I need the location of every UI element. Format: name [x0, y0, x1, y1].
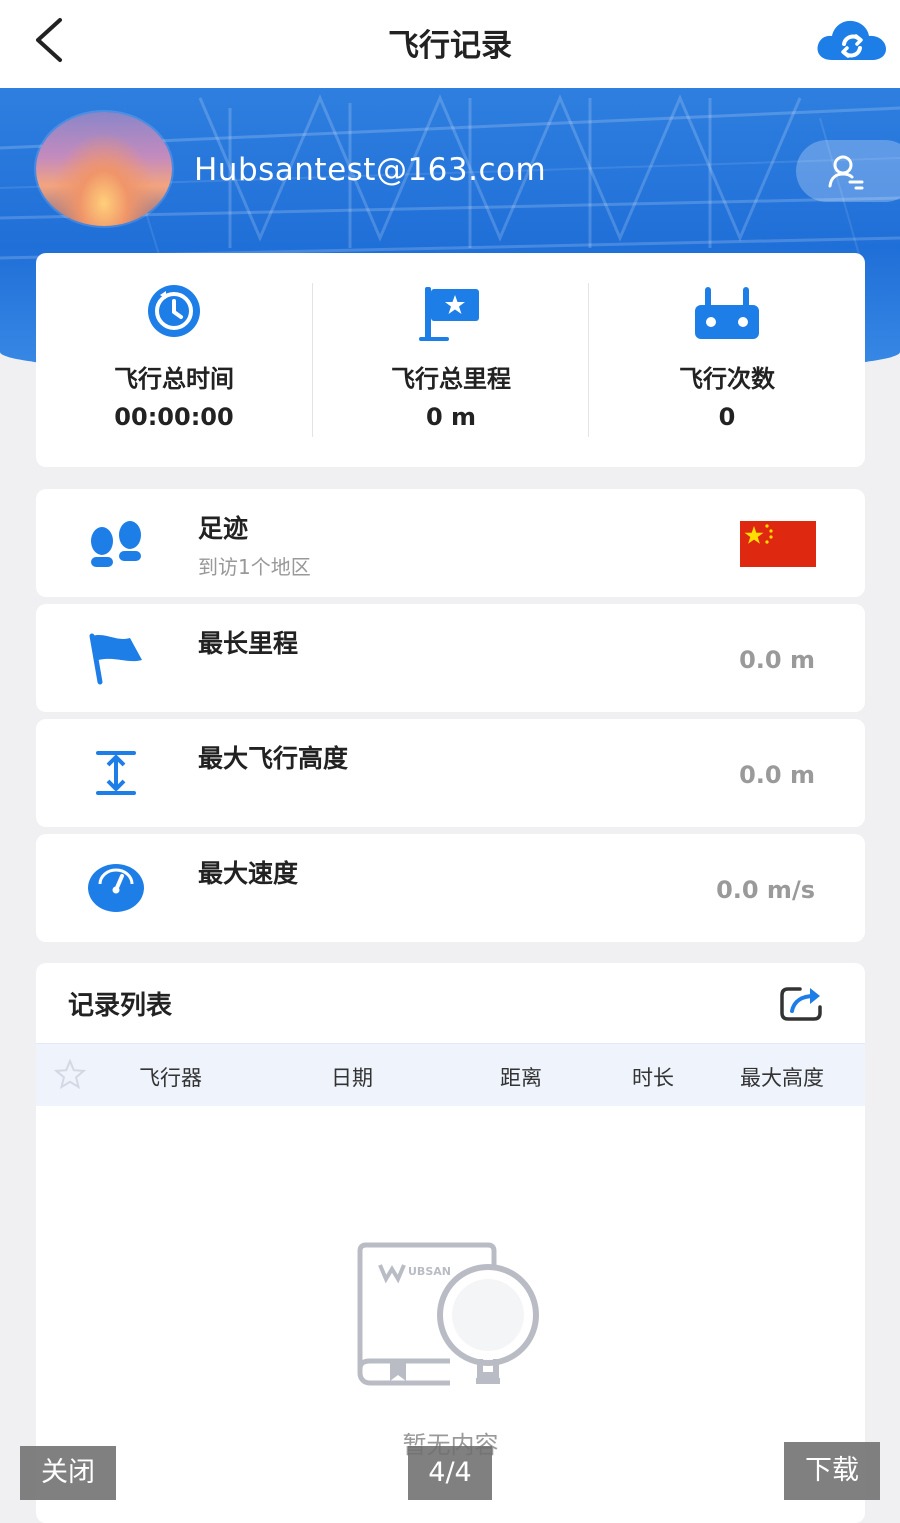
column-header-duration[interactable]: 时长	[632, 1062, 674, 1092]
star-icon[interactable]	[54, 1059, 86, 1089]
stat-value: 0	[718, 403, 736, 431]
empty-logo-text: UBSAN	[408, 1265, 451, 1278]
user-switch-icon	[828, 155, 864, 190]
stat-value: 00:00:00	[114, 403, 234, 431]
stat-total-distance: 飞行总里程 0 m	[313, 253, 589, 467]
close-button[interactable]: 关闭	[20, 1446, 116, 1500]
user-switch-button[interactable]	[796, 140, 900, 202]
stat-value: 0 m	[425, 403, 477, 431]
longest-distance-row: 最长里程 0.0 m	[36, 604, 865, 712]
download-button[interactable]: 下载	[784, 1442, 880, 1500]
column-header-max-height[interactable]: 最大高度	[740, 1062, 824, 1092]
column-header-date[interactable]: 日期	[331, 1062, 373, 1092]
longest-distance-value: 0.0 m	[739, 646, 815, 674]
flag-star-icon	[419, 287, 479, 341]
max-speed-label: 最大速度	[198, 859, 299, 888]
max-height-row: 最大飞行高度 0.0 m	[36, 719, 865, 827]
clock-icon	[148, 285, 200, 337]
height-icon	[96, 751, 136, 795]
stat-label: 飞行总里程	[391, 365, 511, 393]
max-speed-row: 最大速度 0.0 m/s	[36, 834, 865, 942]
avatar[interactable]	[36, 112, 172, 226]
record-list-card: 记录列表 飞行器 日期 距离 时长 最大高度 UBSAN 暂无内容	[36, 963, 865, 1523]
flag-icon	[89, 633, 142, 685]
speedometer-icon	[88, 864, 144, 912]
page-title: 飞行记录	[388, 28, 512, 64]
page-indicator: 4/4	[408, 1446, 492, 1500]
stat-total-time: 飞行总时间 00:00:00	[36, 253, 312, 467]
cloud-sync-icon[interactable]	[814, 14, 890, 66]
user-email: Hubsantest@163.com	[194, 152, 547, 188]
share-icon[interactable]	[778, 983, 826, 1023]
max-speed-value: 0.0 m/s	[716, 876, 815, 904]
column-header-aircraft[interactable]: 飞行器	[139, 1062, 202, 1092]
stat-flight-count: 飞行次数 0	[589, 253, 865, 467]
column-header-distance[interactable]: 距离	[500, 1062, 542, 1092]
remote-controller-icon	[695, 287, 759, 339]
china-flag	[740, 521, 816, 567]
footprints-icon	[91, 521, 141, 567]
max-height-label: 最大飞行高度	[198, 744, 349, 773]
footprint-row[interactable]: 足迹 到访1个地区	[36, 489, 865, 597]
max-height-value: 0.0 m	[739, 761, 815, 789]
footprint-label: 足迹	[198, 514, 249, 543]
empty-state-illustration: UBSAN	[357, 1242, 539, 1386]
record-table-header: 飞行器 日期 距离 时长 最大高度	[36, 1043, 865, 1106]
longest-distance-label: 最长里程	[198, 629, 299, 658]
flight-stats-card: 飞行总时间 00:00:00 飞行总里程 0 m 飞行次数 0	[36, 253, 865, 467]
record-list-title: 记录列表	[68, 991, 173, 1021]
stat-label: 飞行次数	[679, 365, 775, 393]
stat-label: 飞行总时间	[114, 365, 234, 393]
footprint-subtitle: 到访1个地区	[198, 555, 311, 579]
